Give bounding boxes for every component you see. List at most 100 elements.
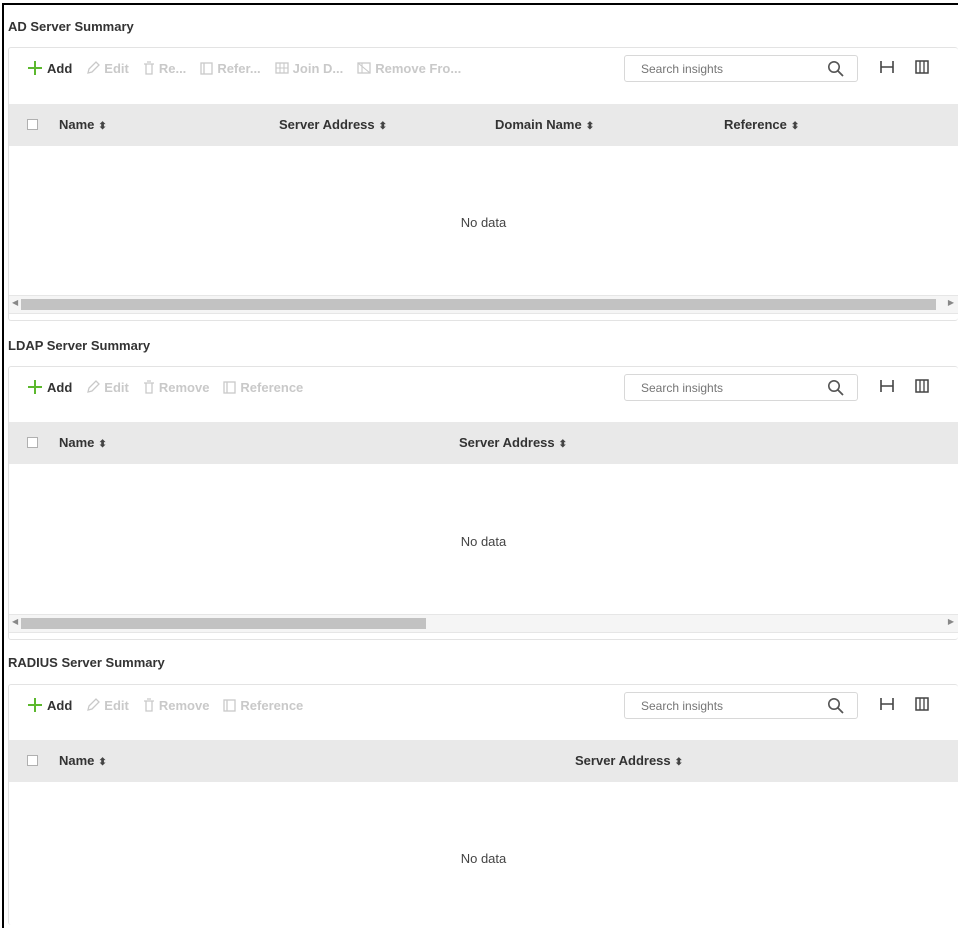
scroll-left-icon[interactable]: ◀ <box>12 617 18 626</box>
radius-remove-button[interactable]: Remove <box>143 697 210 713</box>
radius-search-box[interactable] <box>624 692 858 719</box>
ad-col-domain-name[interactable]: Domain Name ⬍ <box>495 117 594 132</box>
ldap-edit-button[interactable]: Edit <box>86 380 129 395</box>
reference-icon <box>200 61 213 75</box>
radius-table-header: Name ⬍ Server Address ⬍ <box>9 740 958 782</box>
ad-join-domain-button[interactable]: Join D... <box>275 60 344 76</box>
plus-icon <box>28 61 42 75</box>
radius-col-name[interactable]: Name ⬍ <box>59 753 107 768</box>
ad-search-input[interactable] <box>625 60 813 77</box>
ldap-col-server-address[interactable]: Server Address ⬍ <box>459 435 567 450</box>
ad-join-domain-label: Join D... <box>292 60 344 76</box>
join-domain-icon <box>275 62 289 74</box>
search-icon[interactable] <box>827 697 845 715</box>
ldap-remove-label: Remove <box>158 379 210 395</box>
plus-icon <box>28 380 42 394</box>
ad-col-domain-name-label: Domain Name <box>495 117 582 132</box>
edit-icon <box>87 61 101 74</box>
ldap-empty-message: No data <box>460 534 507 549</box>
ldap-table-header: Name ⬍ Server Address ⬍ <box>9 422 958 464</box>
trash-icon <box>143 380 154 394</box>
ldap-reference-button[interactable]: Reference <box>223 380 303 395</box>
ad-add-button[interactable]: Add <box>27 60 72 76</box>
scroll-right-icon[interactable]: ▶ <box>948 298 954 307</box>
ad-reference-button[interactable]: Refer... <box>200 60 261 76</box>
radius-server-panel: Add Edit Remove Reference Name⬍ Server A… <box>8 684 958 925</box>
search-icon[interactable] <box>827 60 845 78</box>
ldap-horizontal-scrollbar[interactable]: ◀ ▶ <box>9 614 958 633</box>
ldap-search-box[interactable] <box>624 374 858 401</box>
plus-icon <box>28 698 42 712</box>
ad-scroll-thumb[interactable] <box>21 299 936 310</box>
ldap-scroll-thumb[interactable] <box>21 618 426 629</box>
ldap-col-name[interactable]: Name ⬍ <box>59 435 107 450</box>
ad-reference-label: Refer... <box>217 60 261 76</box>
sort-icon: ⬍ <box>585 121 595 132</box>
sort-icon: ⬍ <box>674 757 684 768</box>
ldap-reference-label: Reference <box>240 379 304 395</box>
radius-add-button[interactable]: Add <box>27 697 72 713</box>
radius-edit-label: Edit <box>104 697 129 713</box>
ldap-add-label: Add <box>47 379 73 395</box>
radius-col-server-address[interactable]: Server Address ⬍ <box>575 753 683 768</box>
radius-section-title: RADIUS Server Summary <box>8 655 165 670</box>
ad-empty-message: No data <box>460 215 507 230</box>
scroll-right-icon[interactable]: ▶ <box>948 617 954 626</box>
ad-col-reference[interactable]: Reference ⬍ <box>724 117 799 132</box>
ad-edit-label: Edit <box>104 60 129 76</box>
ad-select-all-checkbox[interactable] <box>27 119 38 130</box>
edit-icon <box>87 380 101 393</box>
reference-icon <box>223 698 237 712</box>
ldap-section-title: LDAP Server Summary <box>8 338 151 353</box>
columns-icon[interactable] <box>914 59 930 75</box>
sort-icon: ⬍ <box>98 439 107 450</box>
ldap-edit-label: Edit <box>104 379 129 395</box>
ad-search-box[interactable] <box>624 55 858 82</box>
ad-remove-button[interactable]: Re... <box>143 61 186 76</box>
sort-icon: ⬍ <box>98 757 107 768</box>
ldap-select-all-checkbox[interactable] <box>27 437 38 448</box>
radius-reference-label: Reference <box>240 697 304 713</box>
ldap-add-button[interactable]: Add <box>27 379 72 395</box>
reference-icon <box>223 380 237 394</box>
sort-icon: ⬍ <box>790 121 800 132</box>
ldap-server-panel: Add Edit Remove Reference Name⬍ Server A… <box>8 366 958 640</box>
ad-col-name-label: Name <box>59 117 95 132</box>
sort-icon: ⬍ <box>558 439 568 450</box>
sort-icon: ⬍ <box>378 121 388 132</box>
radius-search-input[interactable] <box>625 697 813 714</box>
ad-edit-button[interactable]: Edit <box>86 61 129 76</box>
ldap-remove-button[interactable]: Remove <box>143 379 210 395</box>
columns-icon[interactable] <box>914 378 930 394</box>
radius-reference-button[interactable]: Reference <box>223 698 303 713</box>
radius-col-name-label: Name <box>59 753 95 768</box>
radius-select-all-checkbox[interactable] <box>27 755 38 766</box>
ad-remove-label: Re... <box>158 60 187 76</box>
column-width-icon[interactable] <box>879 378 895 394</box>
radius-edit-button[interactable]: Edit <box>86 698 129 713</box>
ad-col-reference-label: Reference <box>724 117 787 132</box>
radius-col-server-address-label: Server Address <box>575 753 671 768</box>
ldap-col-name-label: Name <box>59 435 95 450</box>
column-width-icon[interactable] <box>879 696 895 712</box>
ad-add-label: Add <box>47 60 73 76</box>
ad-section-title: AD Server Summary <box>8 19 134 34</box>
radius-empty-message: No data <box>460 851 507 866</box>
radius-remove-label: Remove <box>158 697 210 713</box>
columns-icon[interactable] <box>914 696 930 712</box>
trash-icon <box>143 61 154 75</box>
scroll-left-icon[interactable]: ◀ <box>12 298 18 307</box>
search-icon[interactable] <box>827 379 845 397</box>
ad-table-header: Name ⬍ Server Address ⬍ Domain Name ⬍ Refer… <box>9 104 958 146</box>
ad-col-name[interactable]: Name ⬍ <box>59 117 107 132</box>
edit-icon <box>87 698 101 711</box>
ad-remove-from-domain-button[interactable]: Remove Fro... <box>357 61 461 76</box>
ldap-col-server-address-label: Server Address <box>459 435 555 450</box>
ad-col-server-address-label: Server Address <box>279 117 375 132</box>
ad-server-panel: Add Edit Re... Refer... Join D... Remove… <box>8 47 958 321</box>
ad-col-server-address[interactable]: Server Address ⬍ <box>279 117 387 132</box>
radius-add-label: Add <box>47 697 73 713</box>
ldap-search-input[interactable] <box>625 379 813 396</box>
ad-horizontal-scrollbar[interactable]: ◀ ▶ <box>9 295 958 314</box>
column-width-icon[interactable] <box>879 59 895 75</box>
